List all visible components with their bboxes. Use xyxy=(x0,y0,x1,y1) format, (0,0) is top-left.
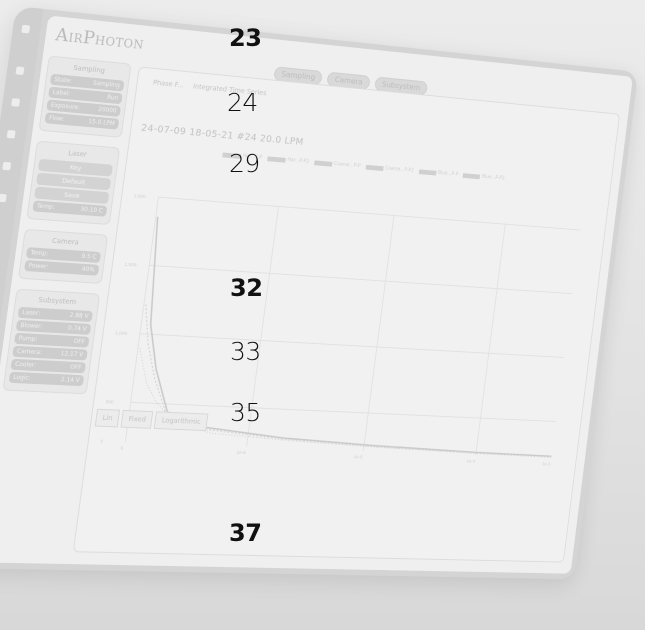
y-tick: 1,000 xyxy=(115,330,128,337)
brand-logo: AIRPHOTON xyxy=(54,24,145,52)
lin-button[interactable]: Lin xyxy=(94,408,121,428)
y-tick: 500 xyxy=(105,399,114,405)
x-tick: 1e-6 xyxy=(236,450,246,456)
x-ticks: 0 1e-6 1e-5 1e-4 1e-3 xyxy=(120,445,551,467)
section-title: Camera xyxy=(51,236,80,247)
fixed-button[interactable]: Fixed xyxy=(120,409,154,429)
x-tick: 1e-5 xyxy=(353,454,363,460)
bezel-icon-6[interactable] xyxy=(0,193,7,203)
overlay-number-33: 33 xyxy=(230,337,261,366)
overlay-number-35: 35 xyxy=(230,398,261,427)
laser-section: Laser Key Default Save Temp: 30.10 C xyxy=(26,140,121,225)
crumb-phase[interactable]: Phase F... xyxy=(152,79,184,90)
kv-camera: Camera: 12.17 V xyxy=(12,345,88,361)
bezel-icon-5[interactable] xyxy=(2,161,12,171)
section-title: Subsystem xyxy=(37,295,77,307)
overlay-number-37: 37 xyxy=(229,519,262,547)
bezel-icon-4[interactable] xyxy=(6,129,16,139)
y-tick: 0 xyxy=(100,439,104,445)
overlay-number-24: 24 xyxy=(227,88,258,117)
logarithmic-button[interactable]: Logarithmic xyxy=(154,411,209,432)
kv-camera-power: Power: 40% xyxy=(24,260,100,276)
tilted-monitor: AIRPHOTON Sampling Camera Subsystem Samp… xyxy=(0,6,639,580)
kv-logic: Logic: 2.14 V xyxy=(8,371,85,387)
subsystem-section: Subsystem Laser: 2.88 V Blower: 0.74 V Pum… xyxy=(2,288,101,395)
x-tick: 0 xyxy=(120,445,124,451)
main-panel: Phase F... Integrated Time Series 24-07-… xyxy=(72,66,621,563)
legend-item: Coarse...P-P2 xyxy=(365,164,414,174)
legend-item: Blue...P-P2 xyxy=(462,172,505,181)
bezel-icon-1[interactable] xyxy=(21,24,31,34)
kv-cooler: Cooler: OFF xyxy=(10,358,86,374)
app-screen: AIRPHOTON Sampling Camera Subsystem Samp… xyxy=(0,15,633,574)
sampling-section: Sampling State: Sampling Label: Run Exposu… xyxy=(38,55,132,138)
x-tick: 1e-3 xyxy=(542,461,551,467)
y-tick: 1,500 xyxy=(124,262,137,269)
bezel-icon-2[interactable] xyxy=(15,66,25,76)
legend-item: Coarse...P-P xyxy=(314,159,361,169)
camera-section: Camera Temp: 9.5 C Power: 40% xyxy=(18,228,109,284)
legend-item: Har...P-P2 xyxy=(267,155,309,165)
overlay-number-23: 23 xyxy=(229,24,262,52)
x-tick: 1e-4 xyxy=(466,459,475,465)
overlay-number-29: 29 xyxy=(229,149,260,178)
overlay-number-32: 32 xyxy=(230,274,263,302)
y-tick: 2,000 xyxy=(133,193,146,200)
bezel-icon-3[interactable] xyxy=(11,98,21,107)
run-title: 24-07-09 18-05-21 #24 20.0 LPM xyxy=(140,122,305,148)
series-line-3 xyxy=(127,348,520,454)
series-line-2 xyxy=(127,304,567,457)
legend-item: Blue...P-P xyxy=(418,168,459,177)
